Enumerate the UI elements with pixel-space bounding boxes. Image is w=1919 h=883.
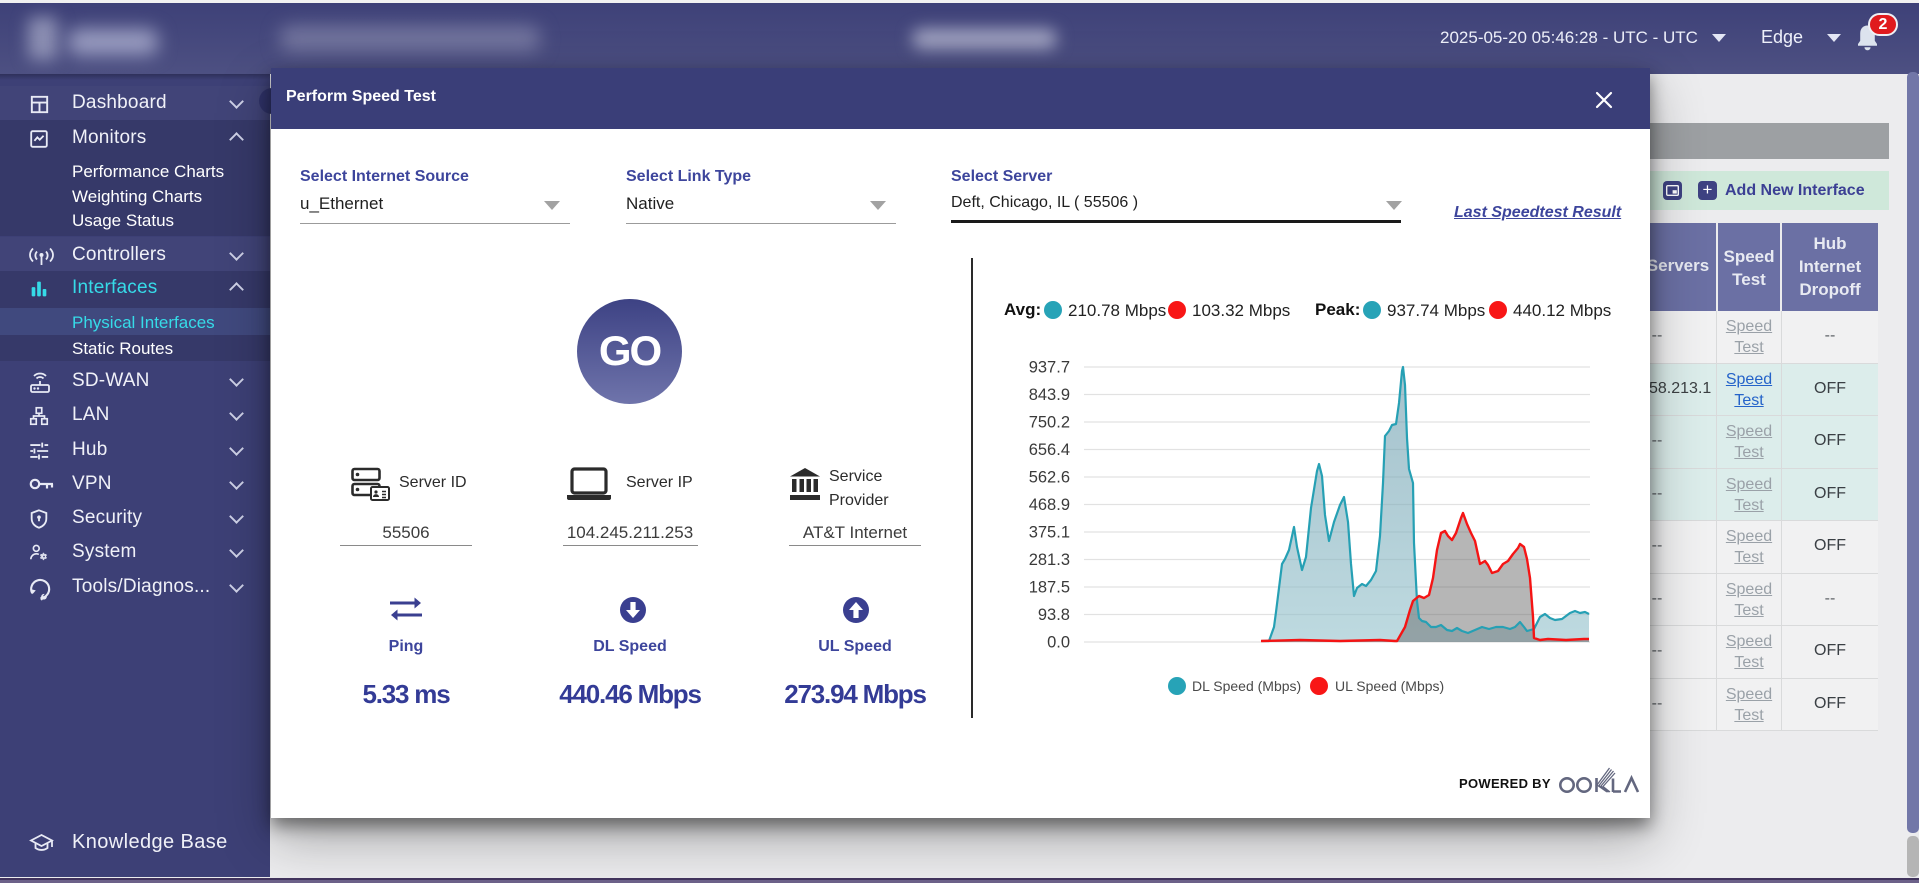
svg-text:750.2: 750.2 [1029, 414, 1070, 432]
svg-text:843.9: 843.9 [1029, 386, 1070, 404]
svg-text:375.1: 375.1 [1029, 524, 1070, 542]
svg-text:0.0: 0.0 [1047, 634, 1070, 652]
svg-text:468.9: 468.9 [1029, 496, 1070, 514]
svg-text:93.8: 93.8 [1038, 606, 1070, 624]
svg-text:281.3: 281.3 [1029, 551, 1070, 569]
svg-text:937.7: 937.7 [1029, 359, 1070, 377]
svg-text:562.6: 562.6 [1029, 469, 1070, 487]
svg-text:656.4: 656.4 [1029, 441, 1070, 459]
svg-text:187.5: 187.5 [1029, 579, 1070, 597]
